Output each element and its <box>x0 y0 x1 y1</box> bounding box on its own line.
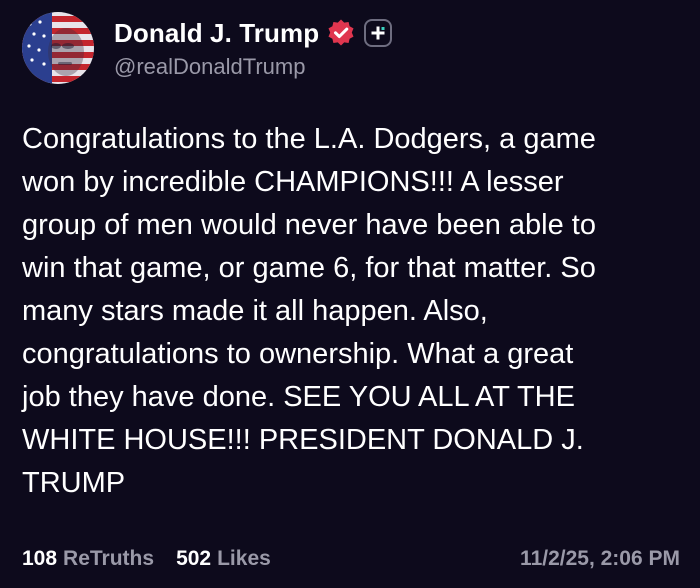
author-avatar[interactable] <box>22 12 94 84</box>
verified-badge-icon <box>326 18 356 48</box>
retruths-count: 108 <box>22 547 58 570</box>
likes-stat[interactable]: 502 Likes <box>176 547 271 571</box>
plus-icon <box>371 26 385 40</box>
author-identity: Donald J. Trump @realDonaldTrump <box>114 16 393 80</box>
retruths-stat[interactable]: 108 ReTruths <box>22 547 154 571</box>
follow-button[interactable] <box>364 19 393 47</box>
author-display-name[interactable]: Donald J. Trump <box>114 18 319 49</box>
post-footer: 108 ReTruths 502 Likes 11/2/25, 2:06 PM <box>22 544 680 574</box>
flag-face-avatar-icon <box>22 12 94 84</box>
retruths-label: ReTruths <box>63 547 155 570</box>
post-text: Congratulations to the L.A. Dodgers, a g… <box>22 123 596 499</box>
name-row: Donald J. Trump <box>114 16 393 50</box>
author-handle[interactable]: @realDonaldTrump <box>114 54 392 80</box>
likes-count: 502 <box>176 547 212 570</box>
post-timestamp[interactable]: 11/2/25, 2:06 PM <box>520 547 680 571</box>
truth-post: Donald J. Trump @realDonaldTrump Congrat… <box>0 0 700 588</box>
likes-label: Likes <box>217 547 271 570</box>
post-header: Donald J. Trump @realDonaldTrump <box>22 10 393 86</box>
